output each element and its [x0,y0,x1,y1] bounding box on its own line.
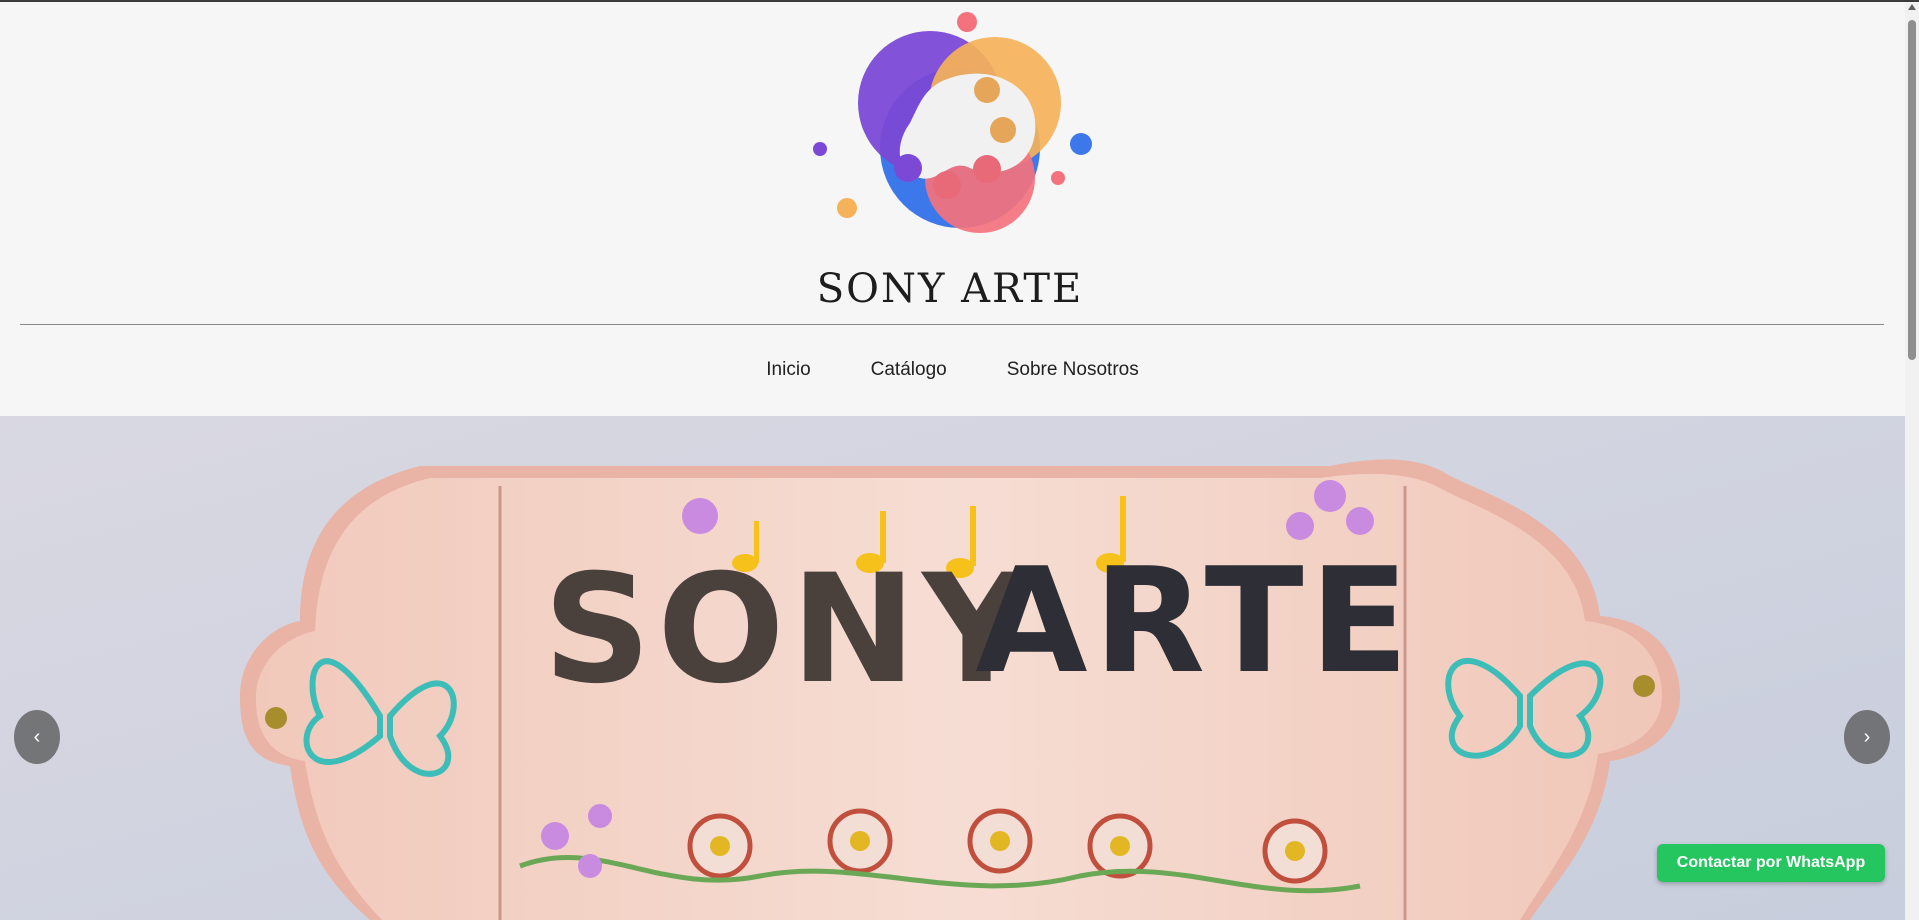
palette-logo-icon [813,12,1092,233]
carousel-next-button[interactable]: › [1844,710,1890,764]
nav-item-inicio[interactable]: Inicio [766,352,810,388]
logo[interactable]: SONY ARTE [800,8,1100,318]
slide-title-sony: SONY [543,543,1037,717]
page: SONY ARTE Inicio Catálogo Sobre Nosotros [0,0,1919,920]
site-header: SONY ARTE Inicio Catálogo Sobre Nosotros [0,0,1905,416]
carousel-slide-image: SONY ARTE [0,416,1905,920]
scroll-up-arrow-icon[interactable] [1908,4,1916,10]
carousel-prev-button[interactable]: ‹ [14,710,60,764]
window-top-border [0,0,1919,2]
vertical-scrollbar[interactable] [1905,0,1919,920]
nav-item-catalogo[interactable]: Catálogo [871,352,947,388]
hero-carousel: SONY ARTE ‹ › [0,416,1905,920]
main-nav: Inicio Catálogo Sobre Nosotros [0,352,1905,388]
whatsapp-contact-button[interactable]: Contactar por WhatsApp [1657,844,1885,882]
scrollbar-thumb[interactable] [1908,20,1916,360]
brand-name: SONY ARTE [816,266,1084,312]
slide-title-arte: ARTE [975,537,1414,706]
header-divider [20,324,1884,325]
nav-item-sobre-nosotros[interactable]: Sobre Nosotros [1007,352,1139,388]
